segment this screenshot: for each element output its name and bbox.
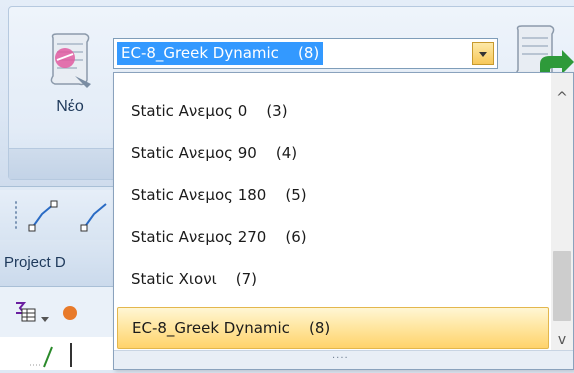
- dropdown-item-selected[interactable]: EC-8_Greek Dynamic (8): [117, 307, 549, 349]
- chevron-down-icon[interactable]: [472, 42, 494, 65]
- dropdown-item[interactable]: Static Ανεμος 0 (3): [117, 90, 549, 132]
- dropdown-resize-grip[interactable]: ····: [114, 350, 573, 369]
- load-case-dropdown: Static Ανεμος 0 (3) Static Ανεμος 90 (4)…: [113, 72, 574, 370]
- scroll-thumb[interactable]: [553, 251, 571, 321]
- chevron-down-icon[interactable]: [40, 309, 50, 328]
- load-case-combo[interactable]: EC-8_Greek Dynamic (8): [113, 38, 498, 69]
- dropdown-item[interactable]: Static Ανεμος 270 (6): [117, 216, 549, 258]
- tool-icon[interactable]: [60, 303, 80, 327]
- panel-title: Project D: [4, 254, 66, 271]
- dropdown-item[interactable]: Static Ανεμος 180 (5): [117, 174, 549, 216]
- project-tree: [0, 337, 120, 370]
- new-button[interactable]: Νέο: [35, 18, 105, 128]
- combo-selected-value: EC-8_Greek Dynamic (8): [117, 42, 324, 65]
- tree-branch-icon: [30, 341, 80, 373]
- new-button-label: Νέο: [56, 98, 84, 115]
- sum-table-icon[interactable]: [14, 301, 36, 327]
- grip-dots: ····: [332, 353, 349, 364]
- panel-toolbar: [0, 287, 120, 337]
- scroll-new-icon: [47, 32, 93, 92]
- polyline-tool-icon[interactable]: [80, 198, 110, 236]
- scroll-up-icon[interactable]: ^: [551, 87, 573, 109]
- toolbar-grip[interactable]: [14, 200, 18, 230]
- dropdown-item[interactable]: Static Χιονι (7): [117, 258, 549, 300]
- polyline-tool-icon[interactable]: [28, 198, 58, 236]
- dropdown-item[interactable]: Static Ανεμος 90 (4): [117, 132, 549, 174]
- dropdown-scrollbar[interactable]: ^ v: [551, 73, 573, 353]
- scroll-down-icon[interactable]: v: [551, 329, 573, 351]
- project-panel-header: Project D: [0, 240, 120, 287]
